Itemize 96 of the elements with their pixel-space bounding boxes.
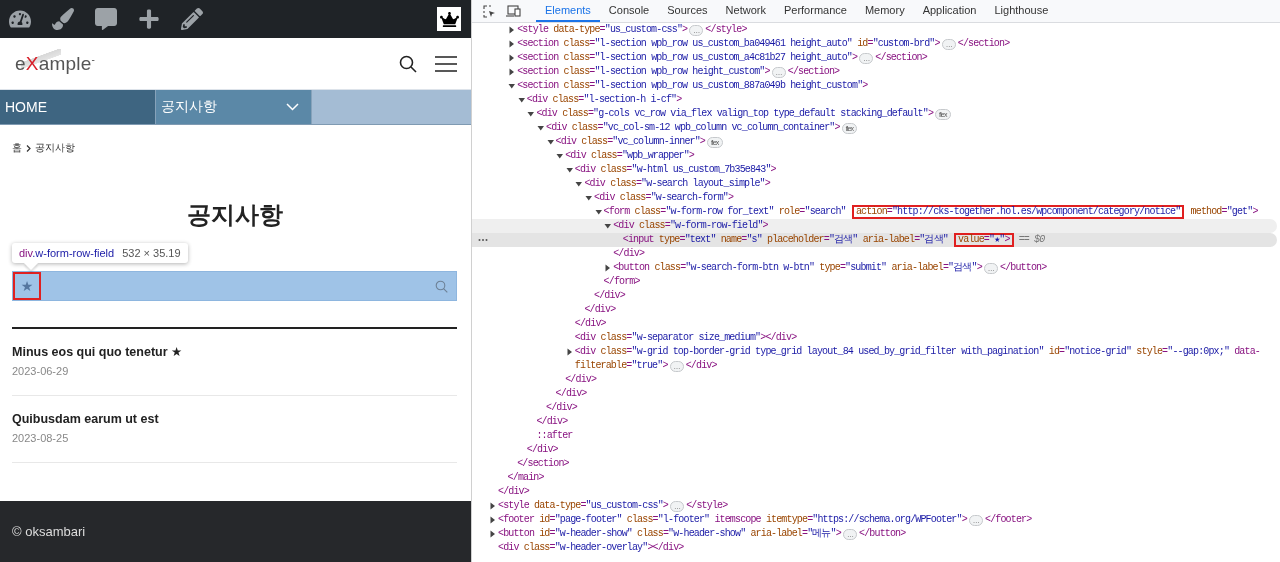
closing-tag: </footer> [985,513,1032,527]
breadcrumb-link[interactable]: 공지사항 [35,141,75,155]
element-selector: div.w-form-row-field [19,247,115,259]
closing-tag: </style> [705,23,747,37]
code-text: <button id="w-header-show" class="w-header-show" aria-label="메뉴"> [498,527,841,541]
code-text: <div class="w-separator size_medium"> [574,331,766,345]
devtools-tab[interactable]: Console [599,0,659,22]
dom-tree-row[interactable]: <form class="w-form-row for_text" role="search" action="http://cks-together.hol.es/wpcomponent/category/notice" method="get"> [472,205,1277,219]
code-text: <style data-type="us_custom-css"> [498,499,668,513]
code-text: <div class="l-section-h i-cf"> [526,93,682,107]
nav-item[interactable]: 공지사항 [156,90,312,124]
closing-tag: </div> [536,415,568,429]
post-title[interactable]: Minus eos qui quo tenetur ★ [12,344,457,361]
dom-tree-row[interactable]: ::after [472,429,1277,443]
code-text: <div class="w-header-overlay"> [498,541,653,555]
code-text: <section class="l-section wpb_row us_custom_887a049b height_custom"> [517,79,868,93]
code-text: <section class="l-section wpb_row height_custom"> [517,65,770,79]
closing-tag: </section> [957,37,1010,51]
dashboard-gauge-icon[interactable] [9,8,31,30]
closing-tag: </button> [1000,261,1047,275]
pencil-icon[interactable] [181,8,203,30]
closing-tag: </style> [686,499,728,513]
closing-tag: </div> [555,387,587,401]
closing-tag: </div> [574,317,606,331]
closing-tag: </form> [603,275,640,289]
code-text: <footer id="page-footer" class="l-footer" itemscope itemtype="https://schema.org/WPFooter"> [498,513,967,527]
devtools-tab[interactable]: Memory [855,0,914,22]
closing-tag: </div> [565,373,597,387]
highlighted-code: action="http://cks-together.hol.es/wpcomponent/category/notice" [851,205,1185,219]
devtools-tab[interactable]: Lighthouse [985,0,1058,22]
dom-tree-row[interactable]: <div class="w-search-form"> [472,191,1277,205]
code-text: <style data-type="us_custom-css"> [517,23,688,37]
code-text: <div class="g-cols vc_row via_flex valign_top type_default stacking_default"> [536,107,934,121]
devtools-tab[interactable]: Sources [658,0,717,22]
closing-tag: </div> [526,443,558,457]
closing-tag: </div> [765,331,797,345]
code-text: method="get"> [1189,205,1258,219]
dom-tree-row[interactable]: <input type="text" name="s" placeholder="검색" aria-label="검색" value="★"> == $0 [472,233,1277,247]
code-text: <button class="w-search-form-btn w-btn" type="submit" aria-label="검색"> [613,261,982,275]
code-text: <form class="w-form-row for_text" role="search" [603,205,847,219]
dom-tree-row[interactable]: <div class="w-search layout_simple"> [472,177,1277,191]
plus-icon[interactable] [138,8,160,30]
nav-item[interactable]: HOME [0,90,156,124]
closing-tag: </div> [685,359,717,373]
closing-tag: </div> [652,541,684,555]
closing-tag: </div> [546,401,577,415]
closing-tag: </div> [613,247,645,261]
highlighted-code: value="★"> [954,233,1014,247]
closing-tag: </section> [787,65,840,79]
search-icon[interactable] [399,54,417,73]
dom-tree-row[interactable]: <div class="w-header-overlay"></div> [472,541,1277,555]
closing-tag: </button> [859,527,906,541]
code-text: <div class="w-search-form"> [594,191,734,205]
closing-tag: </div> [584,303,616,317]
menu-icon[interactable] [435,55,457,72]
chevron-right-icon [26,144,31,152]
closing-tag: </div> [498,485,529,499]
crown-avatar-icon[interactable] [437,7,461,31]
more-dots-icon[interactable] [478,238,488,242]
post-date: 2023-08-25 [12,432,70,445]
code-text: <input type="text" name="s" placeholder="검색" aria-label="검색" [622,233,949,247]
code-text: <section class="l-section wpb_row us_custom_ba049461 height_auto" id="custom-brd"> [517,37,940,51]
code-text: <div class="w-form-row-field"> [613,219,768,233]
closing-tag: </section> [875,51,927,65]
element-size: 532 × 35.19 [122,247,181,259]
post-date: 2023-06-29 [12,365,70,378]
devtools-tab[interactable]: Application [913,0,986,22]
code-text: <div class="vc_col-sm-12 wpb_column vc_column_container"> [546,121,840,135]
closing-tag: </div> [594,289,625,303]
dom-tree-row[interactable]: <section class="l-section wpb_row us_custom_887a049b height_custom"> [472,79,1277,93]
dom-tree-row[interactable]: <div class="w-html us_custom_7b35e843"> [472,163,1277,177]
field-value: ★ [13,272,41,300]
dom-tree-row[interactable]: <div class="w-form-row-field"> [472,219,1277,233]
code-text: <section class="l-section wpb_row us_custom_a4c81b27 height_auto"> [517,51,858,65]
code-text: ::after [536,429,573,443]
code-text: <div class="w-search layout_simple"> [584,177,770,191]
code-text: <div class="vc_column-inner"> [555,135,705,149]
dom-tree-row[interactable]: <div class="l-section-h i-cf"> [472,93,1277,107]
code-text: filterable="true"> [574,359,668,373]
page-title: 공지사항 [185,200,284,230]
devtools-tab[interactable]: Performance [774,0,856,22]
paintbrush-icon[interactable] [52,8,74,30]
footer-copyright: © oksambari [0,501,471,562]
closing-tag: </main> [507,471,544,485]
dom-tree-row[interactable]: <div class="w-separator size_medium"></div> [472,331,1277,345]
devtools-tab[interactable]: Elements [536,0,600,22]
post-title[interactable]: Quibusdam earum ut est [12,411,457,428]
code-text: <div class="w-html us_custom_7b35e843"> [574,163,776,177]
closing-tag: </section> [517,457,569,471]
code-text: <div class="wpb_wrapper"> [565,149,694,163]
code-text: <div class="w-grid top-border-grid type_grid layout_84 used_by_grid_filter with_pagination" id="notice-grid" style="--gap:0px;" data- [574,345,1260,359]
devtools-tab[interactable]: Network [716,0,775,22]
console-reference: == $0 [1018,233,1045,247]
dom-tree-row[interactable]: <div class="wpb_wrapper"> [472,149,1277,163]
comment-icon[interactable] [95,8,117,30]
breadcrumb-link[interactable]: 홈 [12,141,22,155]
